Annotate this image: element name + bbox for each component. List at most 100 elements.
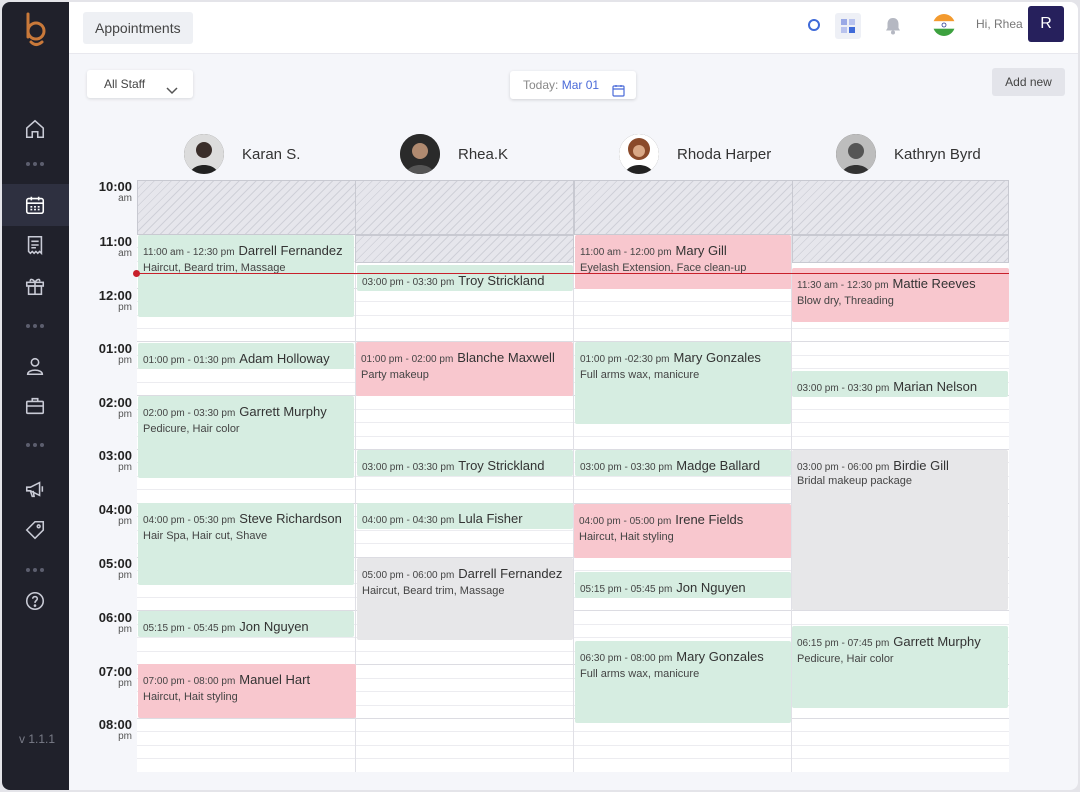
appointment-time: 05:15 pm - 05:45 pm — [143, 623, 236, 634]
blocked-slot — [792, 235, 1009, 263]
appointment-card[interactable]: 04:00 pm - 04:30 pm Lula Fisher — [357, 503, 573, 529]
time-label: 12:00 pm — [98, 288, 132, 313]
appointment-services: Party makeup — [361, 369, 429, 381]
app-frame: v 1.1.1 Appointments Hi, Rhea R All Staf… — [2, 2, 1078, 790]
appointment-services: Hair Spa, Hair cut, Shave — [143, 530, 268, 542]
briefcase-icon[interactable] — [22, 393, 48, 419]
appointment-time: 03:00 pm - 06:00 pm — [797, 462, 890, 473]
appointment-time: 03:00 pm - 03:30 pm — [580, 462, 673, 473]
search-icon[interactable] — [805, 16, 825, 36]
appointment-time: 11:00 am - 12:00 pm — [580, 247, 672, 258]
appointment-card[interactable]: 05:00 pm - 06:00 pm Darrell Fernandez Hai… — [357, 558, 573, 640]
today-date: Mar 01 — [561, 78, 600, 92]
client-name: Mary Gonzales — [676, 649, 764, 664]
appointment-card[interactable]: 01:00 pm - 02:00 pm Blanche Maxwell Party… — [356, 342, 573, 396]
appointment-card[interactable]: 05:15 pm - 05:45 pm Jon Nguyen — [138, 611, 354, 637]
appointment-card[interactable]: 03:00 pm - 06:00 pm Birdie Gill Bridal ma… — [792, 450, 1008, 610]
time-label: 05:00 pm — [98, 556, 132, 581]
user-icon[interactable] — [22, 353, 48, 379]
appointment-card[interactable]: 01:00 pm -02:30 pm Mary Gonzales Full arm… — [575, 342, 791, 424]
app-version: v 1.1.1 — [19, 732, 56, 746]
client-name: Jon Nguyen — [239, 619, 309, 634]
appointment-card[interactable]: 11:00 am - 12:30 pm Darrell Fernandez Hai… — [138, 235, 354, 317]
appointment-card[interactable]: 11:30 am - 12:30 pm Mattie Reeves Blow dr… — [792, 268, 1009, 322]
client-name: Birdie Gill — [893, 458, 949, 473]
help-icon[interactable] — [22, 588, 48, 614]
client-name: Garrett Murphy — [239, 404, 327, 419]
divider-dots — [26, 443, 46, 447]
staff-column-header[interactable]: Rhoda Harper — [619, 132, 771, 176]
appointment-services: Haircut, Beard trim, Massage — [362, 585, 505, 597]
appointment-card[interactable]: 07:00 pm - 08:00 pm Manuel Hart Haircut, … — [138, 664, 356, 718]
appointment-card[interactable]: 04:00 pm - 05:00 pm Irene Fields Haircut,… — [574, 504, 791, 558]
current-time-line — [137, 273, 1009, 274]
staff-name: Rhoda Harper — [677, 145, 772, 163]
appointment-card[interactable]: 01:00 pm - 01:30 pm Adam Holloway — [138, 343, 354, 369]
receipt-icon[interactable] — [22, 232, 48, 258]
calendar-icon[interactable] — [22, 192, 48, 218]
appointment-time: 11:30 am - 12:30 pm — [797, 280, 889, 291]
appointment-card[interactable]: 03:00 pm - 03:30 pm Marian Nelson — [792, 371, 1008, 397]
bell-icon[interactable] — [881, 14, 905, 38]
apps-icon[interactable] — [835, 13, 861, 39]
client-name: Blanche Maxwell — [457, 350, 555, 365]
staff-column-header[interactable]: Rhea.K — [400, 132, 508, 176]
client-name: Manuel Hart — [239, 672, 311, 687]
blocked-slot — [574, 180, 793, 235]
appointment-services: Haircut, Hait styling — [579, 531, 674, 543]
staff-name: Karan S. — [242, 145, 301, 163]
appointment-card[interactable]: 02:00 pm - 03:30 pm Garrett Murphy Pedicu… — [138, 396, 354, 478]
appointment-card[interactable]: 05:15 pm - 05:45 pm Jon Nguyen — [575, 572, 791, 598]
appointment-services: Full arms wax, manicure — [580, 668, 700, 680]
appointment-time: 06:30 pm - 08:00 pm — [580, 653, 673, 664]
staff-filter-label: All Staff — [104, 77, 146, 91]
top-header: Appointments Hi, Rhea R — [69, 2, 1078, 54]
staff-column-header[interactable]: Karan S. — [184, 132, 300, 176]
home-icon[interactable] — [22, 116, 48, 142]
appointment-time: 07:00 pm - 08:00 pm — [143, 676, 236, 687]
date-picker[interactable]: Today: Mar 01 — [510, 71, 636, 99]
appointment-time: 01:00 pm -02:30 pm — [580, 354, 670, 365]
appointment-services: Blow dry, Threading — [797, 295, 894, 307]
appointment-time: 04:00 pm - 05:30 pm — [143, 515, 236, 526]
time-label: 02:00 pm — [98, 395, 132, 420]
india-flag-icon[interactable] — [933, 14, 955, 36]
appointment-card[interactable]: 03:00 pm - 03:30 pm Troy Strickland — [357, 265, 573, 291]
time-label: 08:00 pm — [98, 717, 132, 742]
time-label: 04:00 pm — [98, 502, 132, 527]
page-title: Appointments — [83, 12, 193, 44]
appointment-card[interactable]: 03:00 pm - 03:30 pm Madge Ballard — [575, 450, 791, 476]
client-name: Marian Nelson — [893, 379, 978, 394]
appointment-card[interactable]: 06:30 pm - 08:00 pm Mary Gonzales Full ar… — [575, 641, 791, 723]
blocked-slot — [137, 180, 356, 235]
appointment-card[interactable]: 06:15 pm - 07:45 pm Garrett Murphy Pedicu… — [792, 626, 1008, 708]
blocked-slot — [355, 180, 574, 235]
appointment-services: Pedicure, Hair color — [797, 653, 894, 665]
calendar-small-icon — [612, 79, 625, 107]
client-name: Mary Gill — [675, 243, 727, 258]
client-name: Steve Richardson — [239, 511, 342, 526]
staff-avatar — [619, 134, 659, 174]
add-new-button[interactable]: Add new — [992, 68, 1065, 96]
appointment-time: 06:15 pm - 07:45 pm — [797, 638, 890, 649]
current-time-dot — [133, 270, 140, 277]
client-name: Madge Ballard — [676, 458, 761, 473]
user-avatar[interactable]: R — [1028, 6, 1064, 42]
megaphone-icon[interactable] — [22, 476, 48, 502]
blocked-slot — [355, 235, 574, 263]
appointment-services: Pedicure, Hair color — [143, 423, 240, 435]
tag-icon[interactable] — [22, 517, 48, 543]
column-divider — [573, 180, 574, 772]
appointment-services: Bridal makeup package — [797, 475, 912, 487]
time-label: 06:00 pm — [98, 610, 132, 635]
staff-filter-dropdown[interactable]: All Staff — [87, 70, 193, 98]
time-label: 01:00 pm — [98, 341, 132, 366]
gift-icon[interactable] — [22, 273, 48, 299]
appointment-time: 02:00 pm - 03:30 pm — [143, 408, 236, 419]
blocked-slot — [792, 180, 1009, 235]
appointment-card[interactable]: 03:00 pm - 03:30 pm Troy Strickland — [357, 450, 573, 476]
appointment-card[interactable]: 11:00 am - 12:00 pm Mary Gill Eyelash Ext… — [575, 235, 791, 289]
appointment-time: 03:00 pm - 03:30 pm — [362, 462, 455, 473]
staff-column-header[interactable]: Kathryn Byrd — [836, 132, 981, 176]
appointment-card[interactable]: 04:00 pm - 05:30 pm Steve Richardson Hair… — [138, 503, 354, 585]
